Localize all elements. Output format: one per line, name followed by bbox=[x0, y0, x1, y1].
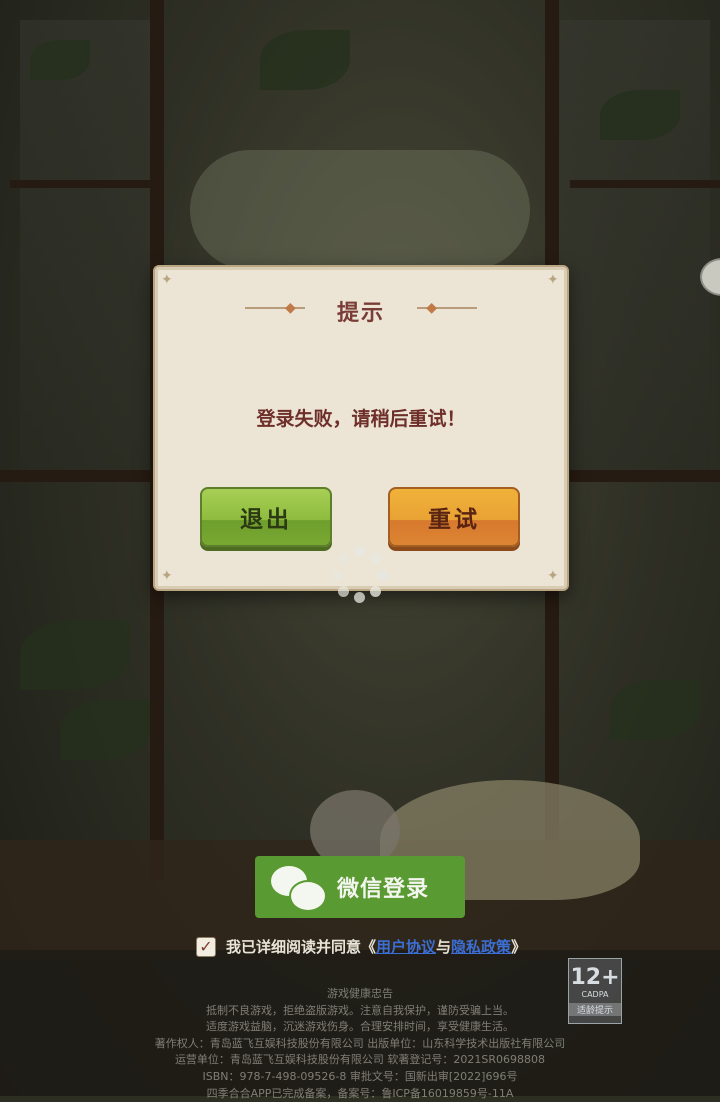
retry-button[interactable]: 重试 bbox=[388, 487, 520, 547]
agreement-checkbox[interactable]: ✓ bbox=[196, 936, 216, 957]
wechat-login-button[interactable]: 微信登录 bbox=[255, 856, 465, 918]
dialog-message: 登录失败，请稍后重试！ bbox=[256, 408, 466, 430]
legal-line: 著作权人：青岛蓝飞互娱科技股份有限公司 出版单位：山东科学技术出版社有限公司 bbox=[154, 1036, 566, 1050]
agreement-prefix: 我已详细阅读并同意《 bbox=[226, 938, 377, 956]
corner-ornament-icon: ✦ bbox=[547, 272, 559, 288]
error-dialog: ✦ ✦ ✦ ✦ ◆ ◆ 提示 登录失败，请稍后重试！ 退出 重试 bbox=[153, 265, 569, 591]
user-agreement-link[interactable]: 用户协议 bbox=[376, 936, 436, 957]
legal-line: 四季合合APP已完成备案，备案号：鲁ICP备16019859号-11A bbox=[206, 1086, 514, 1100]
loading-spinner-icon bbox=[332, 546, 388, 603]
agreement-suffix: 》 bbox=[511, 938, 527, 956]
wechat-icon bbox=[271, 864, 327, 912]
legal-line: 适度游戏益脑，沉迷游戏伤身。合理安排时间，享受健康生活。 bbox=[206, 1020, 514, 1034]
agreement-connector: 与 bbox=[436, 938, 452, 956]
corner-ornament-icon: ✦ bbox=[547, 568, 559, 584]
agreement-row: ✓ 我已详细阅读并同意《 用户协议 与 隐私政策 》 bbox=[196, 936, 526, 957]
legal-heading: 游戏健康忠告 bbox=[327, 987, 393, 1000]
legal-line: 抵制不良游戏，拒绝盗版游戏。注意自我保护，谨防受骗上当。 bbox=[206, 1003, 514, 1017]
corner-ornament-icon: ✦ bbox=[161, 272, 173, 288]
legal-line: 运营单位：青岛蓝飞互娱科技股份有限公司 软著登记号：2021SR0698808 bbox=[174, 1053, 546, 1067]
privacy-policy-link[interactable]: 隐私政策 bbox=[451, 936, 511, 957]
dialog-title: 提示 bbox=[336, 301, 385, 326]
exit-button[interactable]: 退出 bbox=[200, 487, 332, 547]
wechat-login-label: 微信登录 bbox=[337, 877, 430, 902]
legal-notice: 游戏健康忠告 抵制不良游戏，拒绝盗版游戏。注意自我保护，谨防受骗上当。 适度游戏… bbox=[100, 986, 620, 1102]
corner-ornament-icon: ✦ bbox=[161, 568, 173, 584]
legal-line: ISBN：978-7-498-09526-8 审批文号：国新出审[2022]69… bbox=[202, 1069, 518, 1083]
